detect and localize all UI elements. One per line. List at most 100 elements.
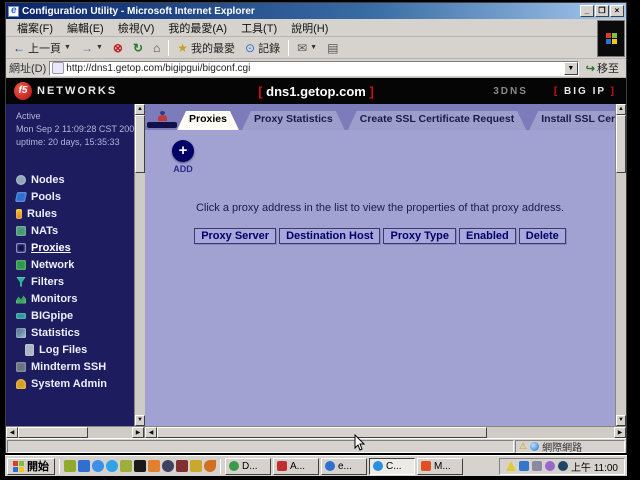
sidebar-item-statistics[interactable]: Statistics	[16, 324, 134, 341]
task-button-3[interactable]: e...	[321, 458, 367, 475]
sidebar-item-bigpipe[interactable]: BIGpipe	[16, 307, 134, 324]
proxy-table-header-row: Proxy Server Destination Host Proxy Type…	[145, 228, 615, 244]
quicklaunch-icon-3[interactable]	[92, 460, 104, 472]
quicklaunch-icon-9[interactable]	[176, 460, 188, 472]
product-bigip-label: [ BIG IP ]	[554, 86, 616, 97]
add-proxy-button[interactable]: + ADD	[163, 140, 203, 174]
home-button[interactable]: ⌂	[149, 41, 164, 55]
mail-button[interactable]: ✉ ▼	[293, 41, 321, 55]
quicklaunch-icon-7[interactable]	[148, 460, 160, 472]
tray-icon-4[interactable]	[545, 461, 555, 471]
print-icon: ▤	[327, 42, 338, 54]
tray-icon-5[interactable]	[558, 461, 568, 471]
sidebar-item-monitors[interactable]: Monitors	[16, 290, 134, 307]
add-plus-icon[interactable]: +	[172, 140, 194, 162]
proxies-page: + ADD Click a proxy address in the list …	[145, 130, 615, 426]
favorites-star-icon: ★	[177, 42, 188, 54]
scroll-left-icon[interactable]: ◀	[6, 427, 18, 438]
menu-tools[interactable]: 工具(T)	[234, 19, 284, 37]
tray-icon-1[interactable]	[506, 461, 516, 471]
stop-button[interactable]: ⊗	[109, 41, 127, 55]
menu-view[interactable]: 檢視(V)	[111, 19, 162, 37]
quicklaunch-icon-5[interactable]	[120, 460, 132, 472]
sidebar-item-log-files[interactable]: Log Files	[16, 341, 134, 358]
scroll-right-icon[interactable]: ▶	[132, 427, 144, 438]
back-button[interactable]: ← 上一頁 ▼	[9, 39, 75, 57]
content-frame: Proxies Proxy Statistics Create SSL Cert…	[145, 104, 615, 426]
scroll-up-icon[interactable]: ▲	[135, 104, 145, 115]
tab-proxies[interactable]: Proxies	[177, 111, 239, 130]
main-area: Active Mon Sep 2 11:09:28 CST 2002 uptim…	[6, 104, 626, 426]
column-destination-host: Destination Host	[279, 228, 380, 244]
scroll-down-icon[interactable]: ▼	[135, 415, 145, 426]
sidebar-item-system-admin[interactable]: System Admin	[16, 375, 134, 392]
forward-arrow-icon: →	[81, 42, 93, 54]
mouse-cursor	[354, 434, 366, 452]
tab-create-ssl-certificate-request[interactable]: Create SSL Certificate Request	[348, 111, 526, 130]
mail-dropdown-icon[interactable]: ▼	[310, 44, 317, 51]
filters-icon	[16, 277, 26, 287]
quicklaunch-icon-8[interactable]	[162, 460, 174, 472]
scroll-up-icon[interactable]: ▲	[616, 104, 626, 115]
scrollbar-thumb[interactable]	[157, 427, 487, 438]
forward-button[interactable]: → ▼	[77, 41, 107, 55]
minimize-button[interactable]: _	[580, 5, 594, 17]
tray-icon-2[interactable]	[519, 461, 529, 471]
f5-brand-text: NETWORKS	[37, 85, 117, 97]
scroll-right-icon[interactable]: ▶	[614, 427, 626, 438]
scroll-down-icon[interactable]: ▼	[616, 415, 626, 426]
sidebar-item-proxies[interactable]: Proxies	[16, 239, 134, 256]
forward-dropdown-icon[interactable]: ▼	[96, 44, 103, 51]
network-map-icon	[158, 115, 167, 121]
back-dropdown-icon[interactable]: ▼	[64, 44, 71, 51]
quicklaunch-icon-10[interactable]	[190, 460, 202, 472]
sidebar-vertical-scrollbar[interactable]: ▲ ▼	[134, 104, 145, 426]
favorites-button[interactable]: ★ 我的最愛	[173, 39, 239, 57]
tab-install-ssl-certificate[interactable]: Install SSL Certifi	[529, 111, 615, 130]
task-button-1[interactable]: D...	[225, 458, 271, 475]
menu-edit[interactable]: 編輯(E)	[60, 19, 111, 37]
print-button[interactable]: ▤	[323, 41, 342, 55]
task-button-2[interactable]: A...	[273, 458, 319, 475]
window-title: Configuration Utility - Microsoft Intern…	[22, 6, 579, 17]
quicklaunch-icon-11[interactable]	[204, 460, 216, 472]
quicklaunch-icon-1[interactable]	[64, 460, 76, 472]
content-vertical-scrollbar[interactable]: ▲ ▼	[615, 104, 626, 426]
task-button-4-active[interactable]: C...	[369, 458, 415, 475]
sidebar-item-filters[interactable]: Filters	[16, 273, 134, 290]
menu-favorites[interactable]: 我的最愛(A)	[161, 19, 234, 37]
taskbar: 開始 D... A... e...	[5, 455, 627, 476]
tab-proxy-statistics[interactable]: Proxy Statistics	[242, 111, 345, 130]
menu-file[interactable]: 檔案(F)	[10, 19, 60, 37]
tray-icon-3[interactable]	[532, 461, 542, 471]
sidebar-item-pools[interactable]: Pools	[16, 188, 134, 205]
scroll-left-icon[interactable]: ◀	[145, 427, 157, 438]
go-button[interactable]: ↪ 移至	[582, 60, 623, 76]
task-button-5[interactable]: M...	[417, 458, 463, 475]
sidebar-item-rules[interactable]: Rules	[16, 205, 134, 222]
address-input[interactable]	[66, 62, 564, 75]
quicklaunch-icon-6[interactable]	[134, 460, 146, 472]
home-icon: ⌂	[153, 42, 160, 54]
close-button[interactable]: ×	[610, 5, 624, 17]
warning-icon: ⚠	[519, 442, 527, 451]
history-button[interactable]: ⊙ 記錄	[241, 39, 284, 57]
sidebar-item-network[interactable]: Network	[16, 256, 134, 273]
quicklaunch-icon-2[interactable]	[78, 460, 90, 472]
scrollbar-thumb[interactable]	[18, 427, 88, 438]
system-status: Active	[16, 110, 134, 123]
address-dropdown-icon[interactable]: ▼	[564, 62, 578, 75]
content-horizontal-scrollbar[interactable]: ◀ ▶	[145, 427, 626, 438]
quicklaunch-icon-4[interactable]	[106, 460, 118, 472]
sidebar-horizontal-scrollbar[interactable]: ◀ ▶	[6, 427, 145, 438]
refresh-button[interactable]: ↻	[129, 41, 147, 55]
menu-help[interactable]: 說明(H)	[284, 19, 335, 37]
scrollbar-thumb[interactable]	[135, 115, 145, 173]
scrollbar-thumb[interactable]	[616, 115, 626, 173]
restore-button[interactable]: ❐	[595, 5, 609, 17]
network-map-button[interactable]	[147, 115, 177, 128]
sidebar-item-nodes[interactable]: Nodes	[16, 171, 134, 188]
start-button[interactable]: 開始	[7, 458, 55, 475]
sidebar-item-nats[interactable]: NATs	[16, 222, 134, 239]
sidebar-item-mindterm-ssh[interactable]: Mindterm SSH	[16, 358, 134, 375]
